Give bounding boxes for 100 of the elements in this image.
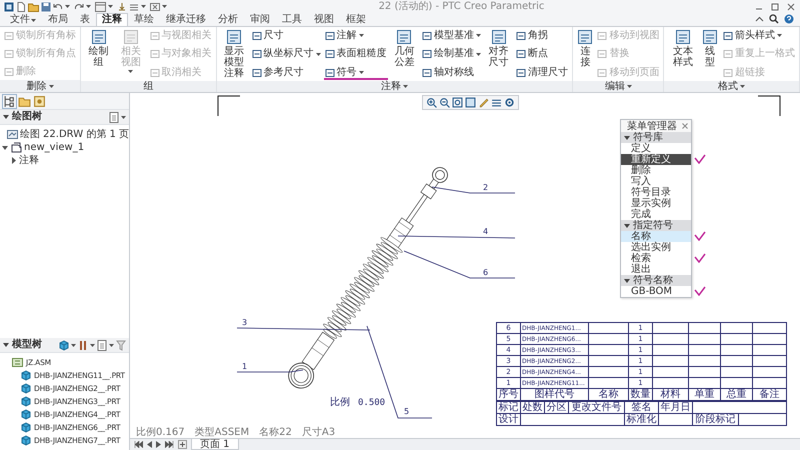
caret-icon[interactable] — [86, 4, 91, 9]
document-icon[interactable] — [109, 112, 119, 122]
tree-icon[interactable] — [3, 95, 16, 108]
ribbon-button[interactable]: 绘制基准 — [420, 46, 482, 62]
search-icon[interactable] — [769, 14, 779, 24]
group-label[interactable]: 注释 — [216, 81, 572, 92]
ribbon-button[interactable]: 连接 — [576, 28, 594, 80]
ribbon-button[interactable]: 表面粗糙度 — [324, 46, 388, 62]
redo-icon[interactable] — [74, 2, 84, 12]
pencil-icon[interactable] — [478, 97, 489, 108]
save-icon[interactable] — [41, 2, 51, 12]
page-tab[interactable]: 页面 1 — [191, 439, 239, 450]
ribbon-tab[interactable]: 文件 — [4, 13, 42, 26]
ribbon-button[interactable]: 纵坐标尺寸 — [250, 46, 322, 62]
maximize-icon[interactable] — [770, 2, 780, 12]
menu-item[interactable]: 删除 — [621, 165, 691, 176]
ribbon-button[interactable]: 角拐 — [515, 28, 570, 43]
ribbon-tab[interactable]: 框架 — [340, 13, 372, 26]
group-label[interactable]: 删除 — [0, 80, 80, 92]
ribbon-button[interactable]: 箭头样式 — [722, 28, 796, 43]
ribbon-tab[interactable]: 分析 — [212, 13, 244, 26]
menu-section-header[interactable]: 指定符号 — [621, 220, 691, 231]
undo-icon[interactable] — [53, 2, 63, 12]
ribbon-button[interactable]: 线型 — [700, 28, 720, 80]
next-page-icon[interactable] — [156, 441, 161, 448]
ribbon-button[interactable]: 显示模型注释 — [220, 28, 249, 80]
square-icon — [422, 49, 432, 59]
add-page-icon[interactable] — [178, 440, 187, 449]
menu-item[interactable]: 名称 — [621, 231, 691, 242]
ribbon-tab[interactable]: 视图 — [308, 13, 340, 26]
ribbon-tab[interactable]: 草绘 — [128, 13, 160, 26]
menu-section-header[interactable]: 符号库 — [621, 132, 691, 143]
caret-icon[interactable] — [108, 4, 113, 9]
caret-icon[interactable] — [109, 342, 114, 348]
ribbon-button[interactable]: 几何公差 — [390, 28, 419, 80]
first-page-icon[interactable] — [134, 441, 143, 448]
caret-icon[interactable] — [65, 4, 70, 9]
menu-item[interactable]: 检索 — [621, 253, 691, 264]
cube-icon[interactable] — [58, 340, 69, 350]
group-label[interactable]: 编辑 — [573, 81, 664, 92]
group-label[interactable]: 格式 — [664, 81, 800, 92]
caret-icon[interactable] — [141, 4, 146, 9]
caret-icon[interactable] — [121, 114, 126, 120]
ribbon-tab[interactable]: 继承迁移 — [160, 13, 212, 26]
last-page-icon[interactable] — [165, 441, 174, 448]
ribbon-tab[interactable]: 表 — [74, 13, 96, 26]
ribbon-button[interactable]: 清理尺寸 — [515, 65, 570, 80]
menu-item[interactable]: 显示实例 — [621, 198, 691, 209]
ribbon-tab[interactable]: 注释 — [96, 13, 128, 26]
close-icon[interactable] — [682, 123, 688, 129]
document-icon[interactable] — [97, 340, 107, 350]
menu-section-header[interactable]: 符号名称 — [621, 275, 691, 286]
assembly-icon — [12, 357, 23, 368]
group-label[interactable]: 组 — [81, 81, 216, 92]
menu-item[interactable]: 重新定义 — [621, 154, 691, 165]
ribbon-tab[interactable]: 工具 — [276, 13, 308, 26]
ribbon-tab[interactable]: 审阅 — [244, 13, 276, 26]
close-window-icon[interactable] — [150, 2, 160, 12]
menu-item[interactable]: 完成 — [621, 209, 691, 220]
menu-item[interactable]: 选出实例 — [621, 242, 691, 253]
folder-icon[interactable] — [18, 95, 31, 108]
caret-icon[interactable] — [3, 342, 9, 348]
window-icon[interactable] — [95, 2, 106, 12]
ribbon-button[interactable]: 注解 — [324, 28, 388, 43]
zoom-out-icon[interactable] — [439, 97, 450, 108]
caret-icon[interactable] — [3, 114, 9, 120]
tree-item[interactable]: new_view_1 — [24, 142, 84, 154]
ribbon-button[interactable]: 轴对称线 — [420, 65, 482, 80]
menu-item[interactable]: 写入 — [621, 176, 691, 187]
expand-arrow-icon[interactable] — [10, 157, 17, 164]
expand-arrow-icon[interactable] — [2, 144, 9, 151]
previous-page-icon[interactable] — [147, 441, 152, 448]
ribbon-tab[interactable]: 布局 — [42, 13, 74, 26]
tree-item[interactable]: 绘图 22.DRW 的第 1 页 — [20, 128, 129, 140]
menu-item[interactable]: 符号目录 — [621, 187, 691, 198]
help-icon[interactable] — [784, 14, 794, 24]
column-header: 序号 — [496, 388, 520, 400]
close-icon[interactable] — [786, 2, 796, 12]
cube-icon — [20, 370, 31, 381]
ribbon-button[interactable]: 断点 — [515, 46, 570, 62]
settings-icon[interactable] — [504, 97, 515, 108]
ribbon-button[interactable]: 尺寸 — [250, 28, 322, 43]
ribbon-button[interactable]: 模型基准 — [420, 28, 482, 43]
tree-item[interactable]: 注释 — [19, 154, 39, 166]
ribbon-button[interactable]: 文本样式 — [667, 28, 698, 80]
ribbon-button[interactable]: 参考尺寸 — [250, 65, 322, 80]
ribbon-button[interactable]: 对齐尺寸 — [484, 28, 514, 80]
caret-icon[interactable] — [90, 342, 95, 348]
menu-item[interactable]: 定义 — [621, 143, 691, 154]
menu-item[interactable]: 退出 — [621, 264, 691, 275]
zoom-in-icon[interactable] — [426, 97, 437, 108]
square-icon — [324, 49, 335, 59]
ribbon-button[interactable]: 绘制组 — [84, 28, 114, 80]
caret-icon[interactable] — [162, 4, 167, 9]
zoom-fit-icon[interactable] — [452, 97, 463, 108]
ribbon-button[interactable]: 符号 — [324, 65, 388, 80]
collapse-icon[interactable] — [755, 14, 764, 24]
caret-icon[interactable] — [31, 18, 36, 22]
caret-icon[interactable] — [71, 342, 76, 348]
menu-item[interactable]: GB-BOM — [621, 286, 691, 297]
